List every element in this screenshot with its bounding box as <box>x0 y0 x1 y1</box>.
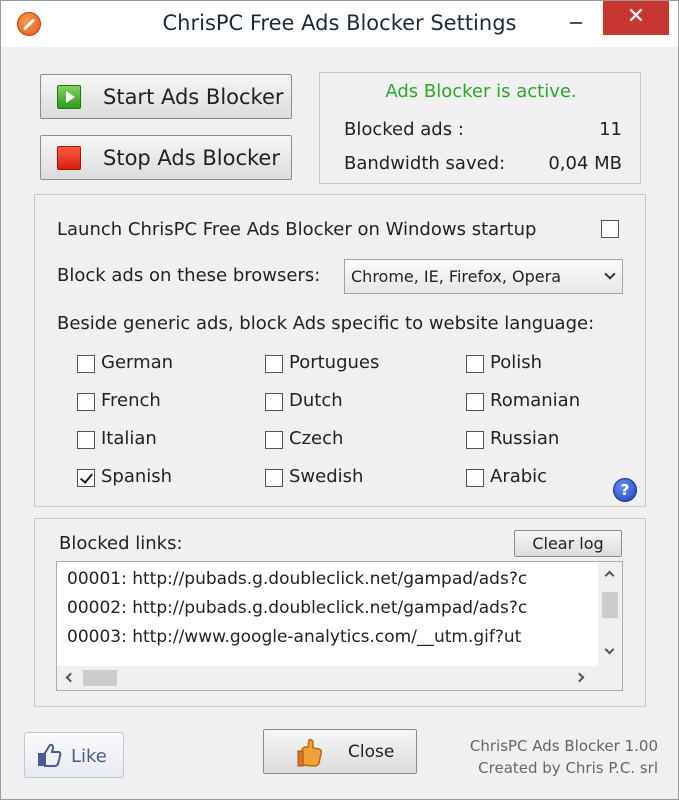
browsers-dropdown[interactable]: Chrome, IE, Firefox, Opera <box>344 259 623 294</box>
list-item[interactable]: 00001: http://pubads.g.doubleclick.net/g… <box>67 569 527 589</box>
language-option-spanish[interactable]: Spanish <box>77 466 247 490</box>
status-panel: Ads Blocker is active. Blocked ads : 11 … <box>319 72 641 184</box>
language-label: Dutch <box>289 390 343 411</box>
language-checkbox[interactable] <box>466 393 484 411</box>
browsers-label: Block ads on these browsers: <box>57 265 321 286</box>
list-item[interactable]: 00002: http://pubads.g.doubleclick.net/g… <box>67 598 527 618</box>
status-text: Ads Blocker is active. <box>385 81 577 102</box>
language-option-french[interactable]: French <box>77 390 247 414</box>
language-label: Polish <box>490 352 543 373</box>
start-button-label: Start Ads Blocker <box>103 85 284 109</box>
language-checkbox[interactable] <box>466 431 484 449</box>
language-option-romanian[interactable]: Romanian <box>466 390 636 414</box>
version-text: ChrisPC Ads Blocker 1.00 <box>469 737 658 755</box>
language-checkbox[interactable] <box>466 355 484 373</box>
language-checkbox[interactable] <box>265 469 283 487</box>
language-option-dutch[interactable]: Dutch <box>265 390 435 414</box>
language-checkbox[interactable] <box>466 469 484 487</box>
language-option-arabic[interactable]: Arabic <box>466 466 636 490</box>
help-icon[interactable]: ? <box>613 478 637 502</box>
language-checkbox[interactable] <box>77 355 95 373</box>
list-item[interactable]: 00003: http://www.google-analytics.com/_… <box>67 627 521 647</box>
scroll-up-icon[interactable] <box>604 570 615 581</box>
language-checkbox[interactable] <box>265 393 283 411</box>
language-option-czech[interactable]: Czech <box>265 428 435 452</box>
language-label: Russian <box>490 428 560 449</box>
help-glyph: ? <box>620 481 630 499</box>
clear-log-label: Clear log <box>532 534 604 553</box>
language-label: Swedish <box>289 466 364 487</box>
close-button-label: Close <box>348 742 395 762</box>
language-label: Arabic <box>490 466 548 487</box>
clear-log-button[interactable]: Clear log <box>514 530 622 557</box>
language-checkbox[interactable] <box>265 355 283 373</box>
close-button[interactable]: Close <box>263 729 417 774</box>
chevron-down-icon <box>604 268 616 280</box>
close-x-icon: ✕ <box>626 4 646 29</box>
scroll-down-icon[interactable] <box>604 644 615 655</box>
window-close-button[interactable]: ✕ <box>603 1 669 35</box>
minimize-button[interactable] <box>561 9 591 33</box>
title-bar: ChrisPC Free Ads Blocker Settings ✕ <box>1 1 678 47</box>
play-icon <box>57 85 81 109</box>
language-section-label: Beside generic ads, block Ads specific t… <box>57 313 595 334</box>
like-button[interactable]: Like <box>24 732 124 778</box>
bandwidth-saved-value: 0,04 MB <box>548 153 622 174</box>
hand-icon <box>297 739 322 767</box>
language-label: Spanish <box>101 466 173 487</box>
thumbs-up-icon <box>38 743 62 767</box>
browsers-dropdown-value: Chrome, IE, Firefox, Opera <box>351 267 562 286</box>
vertical-scrollbar[interactable] <box>598 562 622 666</box>
language-label: Czech <box>289 428 344 449</box>
creator-text: Created by Chris P.C. srl <box>478 759 658 777</box>
blocked-ads-label: Blocked ads : <box>344 119 464 140</box>
stop-button-label: Stop Ads Blocker <box>103 146 280 170</box>
language-label: Portugues <box>289 352 380 373</box>
startup-label: Launch ChrisPC Free Ads Blocker on Windo… <box>57 219 537 240</box>
blocked-ads-value: 11 <box>599 119 622 140</box>
language-label: Romanian <box>490 390 581 411</box>
language-checkbox[interactable] <box>265 431 283 449</box>
language-checkbox[interactable] <box>77 431 95 449</box>
scroll-right-icon[interactable] <box>574 672 585 683</box>
language-option-italian[interactable]: Italian <box>77 428 247 452</box>
like-label: Like <box>71 746 107 767</box>
settings-window: ChrisPC Free Ads Blocker Settings ✕ Star… <box>0 0 679 800</box>
language-option-russian[interactable]: Russian <box>466 428 636 452</box>
startup-checkbox[interactable] <box>601 220 619 238</box>
blocked-links-label: Blocked links: <box>59 533 183 554</box>
stop-icon <box>57 146 81 170</box>
language-option-swedish[interactable]: Swedish <box>265 466 435 490</box>
start-ads-blocker-button[interactable]: Start Ads Blocker <box>40 74 292 119</box>
language-option-german[interactable]: German <box>77 352 247 376</box>
language-checkbox[interactable] <box>77 469 95 487</box>
language-label: German <box>101 352 174 373</box>
vertical-scroll-thumb[interactable] <box>602 592 618 618</box>
stop-ads-blocker-button[interactable]: Stop Ads Blocker <box>40 135 292 180</box>
horizontal-scroll-thumb[interactable] <box>83 670 117 686</box>
language-label: French <box>101 390 161 411</box>
horizontal-scrollbar[interactable] <box>57 666 598 690</box>
settings-group <box>34 194 646 507</box>
language-label: Italian <box>101 428 157 449</box>
language-checkbox[interactable] <box>77 393 95 411</box>
scroll-left-icon[interactable] <box>65 672 76 683</box>
bandwidth-saved-label: Bandwidth saved: <box>344 153 506 174</box>
scrollbar-corner <box>598 666 622 690</box>
language-option-portugues[interactable]: Portugues <box>265 352 435 376</box>
language-option-polish[interactable]: Polish <box>466 352 636 376</box>
